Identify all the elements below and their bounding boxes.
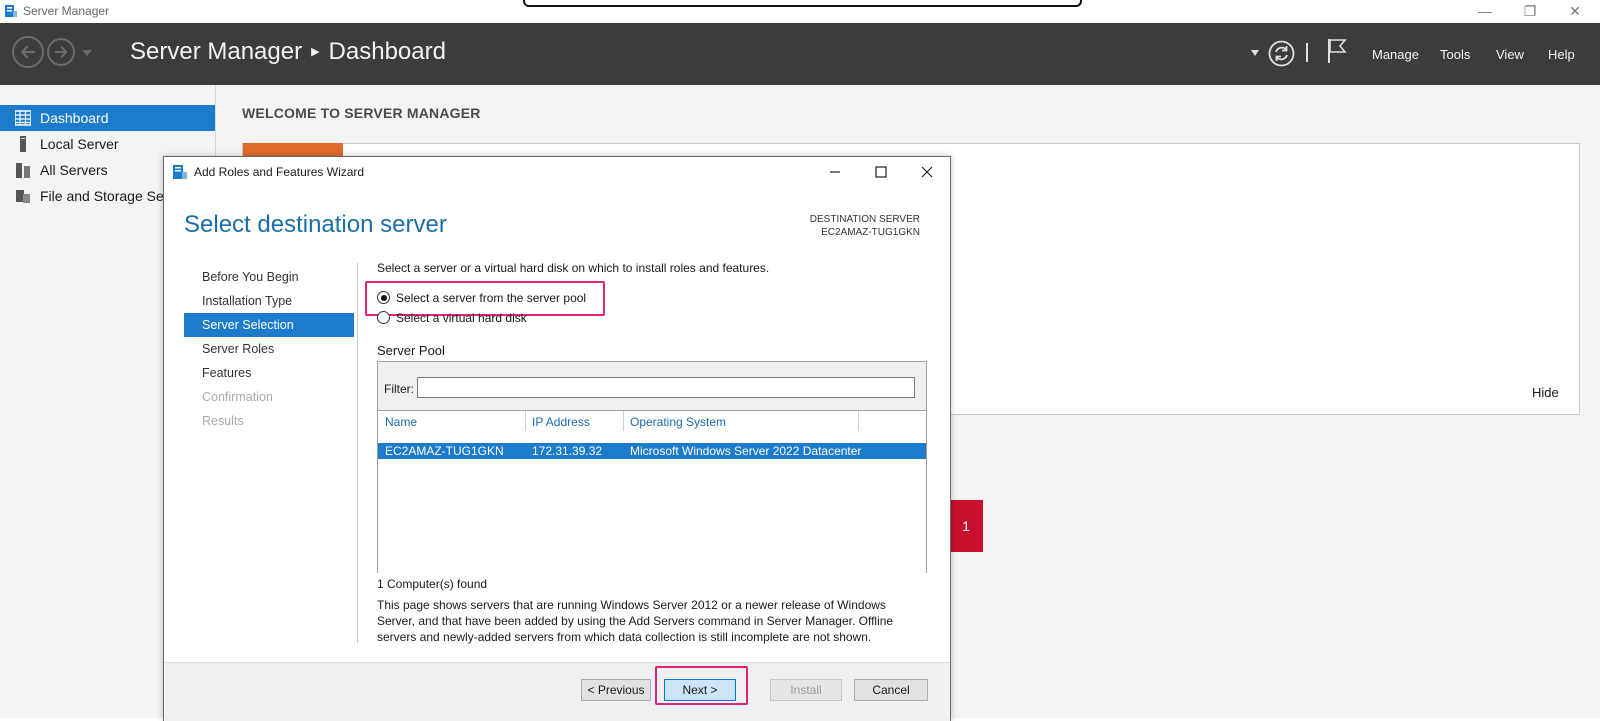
wizard-close-button[interactable] bbox=[904, 157, 950, 187]
column-separator bbox=[858, 411, 859, 431]
add-roles-wizard-dialog: Add Roles and Features Wizard Select des… bbox=[163, 156, 951, 721]
breadcrumb: Server Manager ▶ Dashboard bbox=[130, 38, 446, 66]
sidebar-item-label: Local Server bbox=[40, 136, 119, 152]
destination-server-info: DESTINATION SERVER EC2AMAZ-TUG1GKN bbox=[810, 213, 920, 239]
servers-icon bbox=[16, 163, 30, 178]
step-server-selection[interactable]: Server Selection bbox=[184, 313, 354, 337]
step-before-you-begin[interactable]: Before You Begin bbox=[184, 265, 354, 289]
cancel-button[interactable]: Cancel bbox=[854, 679, 928, 701]
filter-input[interactable] bbox=[417, 377, 915, 398]
column-header-name[interactable]: Name bbox=[385, 415, 417, 429]
refresh-icon[interactable] bbox=[1268, 40, 1295, 67]
steps-divider bbox=[357, 263, 358, 643]
wizard-minimize-button[interactable] bbox=[812, 157, 858, 187]
wizard-steps: Before You Begin Installation Type Serve… bbox=[184, 265, 354, 433]
server-pool-description: This page shows servers that are running… bbox=[377, 598, 894, 644]
computers-found-count: 1 Computer(s) found bbox=[377, 577, 488, 591]
restore-button[interactable]: ❐ bbox=[1508, 0, 1552, 23]
column-separator bbox=[525, 411, 526, 431]
breadcrumb-app: Server Manager bbox=[130, 38, 303, 65]
close-icon bbox=[921, 166, 933, 178]
back-arrow-icon bbox=[20, 45, 36, 59]
sidebar-item-dashboard[interactable]: Dashboard bbox=[0, 105, 215, 131]
wizard-title: Add Roles and Features Wizard bbox=[194, 165, 365, 179]
column-header-ip[interactable]: IP Address bbox=[532, 415, 590, 429]
minimize-button[interactable]: — bbox=[1463, 0, 1507, 23]
dashboard-grid-icon bbox=[15, 110, 31, 126]
alert-count-tile[interactable]: 1 bbox=[949, 500, 983, 552]
welcome-heading: WELCOME TO SERVER MANAGER bbox=[242, 105, 481, 121]
step-results: Results bbox=[202, 414, 244, 428]
server-pool-box: Filter: Name IP Address Operating System… bbox=[377, 361, 927, 573]
column-separator bbox=[623, 411, 624, 431]
wizard-titlebar: Add Roles and Features Wizard bbox=[164, 157, 950, 187]
radio-server-pool[interactable] bbox=[377, 291, 390, 304]
forward-button[interactable] bbox=[47, 38, 75, 66]
option-virtual-hard-disk[interactable]: Select a virtual hard disk bbox=[377, 311, 527, 325]
cell-ip: 172.31.39.32 bbox=[532, 444, 603, 458]
column-header-os[interactable]: Operating System bbox=[630, 415, 726, 429]
window-title: Server Manager bbox=[23, 4, 110, 18]
back-button[interactable] bbox=[12, 36, 44, 68]
server-manager-app-icon bbox=[5, 5, 17, 17]
notifications-flag-icon[interactable] bbox=[1327, 38, 1347, 64]
top-overlay-bar bbox=[523, 0, 1082, 7]
close-window-button[interactable]: ✕ bbox=[1553, 0, 1597, 23]
server-pool-heading: Server Pool bbox=[377, 343, 445, 358]
step-installation-type[interactable]: Installation Type bbox=[184, 289, 354, 313]
wizard-app-icon bbox=[173, 165, 187, 179]
history-dropdown-icon[interactable] bbox=[82, 50, 92, 56]
option-server-pool[interactable]: Select a server from the server pool bbox=[377, 291, 586, 305]
intro-text: Select a server or a virtual hard disk o… bbox=[377, 261, 770, 275]
hide-link[interactable]: Hide bbox=[1532, 385, 1559, 400]
maximize-icon bbox=[875, 166, 887, 178]
server-grid: Name IP Address Operating System EC2AMAZ… bbox=[378, 410, 926, 573]
step-features[interactable]: Features bbox=[184, 361, 354, 385]
forward-arrow-icon bbox=[54, 46, 68, 58]
sidebar-item-label: All Servers bbox=[40, 162, 108, 178]
grid-header: Name IP Address Operating System bbox=[378, 411, 926, 433]
install-button: Install bbox=[770, 679, 842, 701]
menu-manage[interactable]: Manage bbox=[1372, 47, 1419, 62]
destination-server-label: DESTINATION SERVER bbox=[809, 214, 920, 225]
menu-tools[interactable]: Tools bbox=[1440, 47, 1470, 62]
storage-icon bbox=[16, 190, 30, 203]
sidebar-item-local-server[interactable]: Local Server bbox=[0, 131, 215, 157]
radio-virtual-hard-disk[interactable] bbox=[377, 311, 390, 324]
breadcrumb-separator-icon: ▶ bbox=[311, 46, 320, 58]
menu-view[interactable]: View bbox=[1496, 47, 1524, 62]
wizard-maximize-button[interactable] bbox=[858, 157, 904, 187]
filter-label: Filter: bbox=[384, 382, 414, 396]
table-row[interactable]: EC2AMAZ-TUG1GKN 172.31.39.32 Microsoft W… bbox=[378, 443, 926, 459]
option-vhd-label: Select a virtual hard disk bbox=[396, 311, 527, 325]
server-icon bbox=[20, 136, 26, 152]
menu-help[interactable]: Help bbox=[1548, 47, 1575, 62]
breadcrumb-page: Dashboard bbox=[328, 38, 446, 65]
step-confirmation: Confirmation bbox=[202, 390, 273, 404]
destination-server-value: EC2AMAZ-TUG1GKN bbox=[821, 227, 920, 238]
next-button[interactable]: Next > bbox=[664, 679, 736, 701]
option-server-pool-label: Select a server from the server pool bbox=[396, 291, 587, 305]
wizard-footer: < Previous Next > Install Cancel bbox=[164, 662, 950, 721]
app-header: Server Manager ▶ Dashboard Manage Tools Vi… bbox=[0, 23, 1600, 85]
cell-os: Microsoft Windows Server 2022 Datacenter bbox=[630, 444, 862, 458]
previous-button[interactable]: < Previous bbox=[581, 679, 651, 701]
sidebar-item-label: Dashboard bbox=[40, 110, 109, 126]
header-divider bbox=[1306, 43, 1308, 62]
cell-name: EC2AMAZ-TUG1GKN bbox=[385, 444, 504, 458]
step-server-roles[interactable]: Server Roles bbox=[184, 337, 354, 361]
sidebar-item-label: File and Storage Ser bbox=[40, 188, 169, 204]
page-title: Select destination server bbox=[184, 211, 447, 238]
notifications-dropdown-icon[interactable] bbox=[1251, 50, 1259, 56]
window-titlebar: Server Manager — ❐ ✕ bbox=[0, 0, 1600, 23]
minimize-icon bbox=[830, 171, 840, 173]
